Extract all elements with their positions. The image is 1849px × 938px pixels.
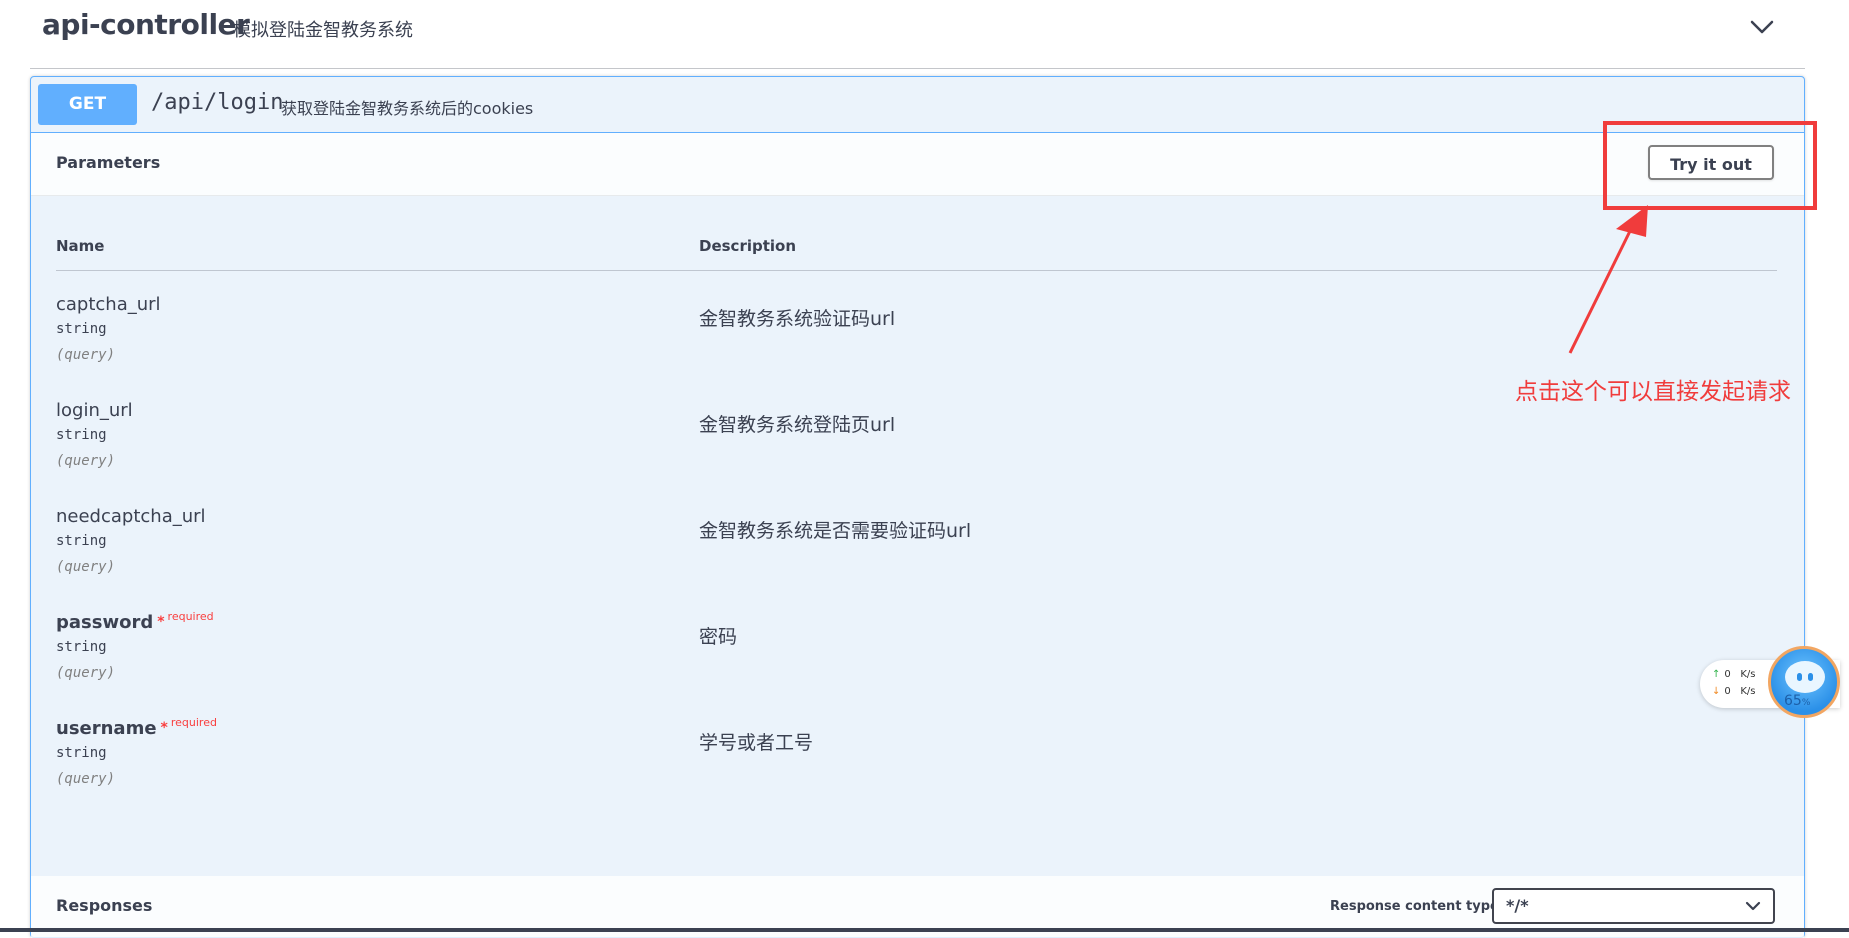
param-description: 金智教务系统验证码url xyxy=(699,308,896,330)
operation-block: GET /api/login 获取登陆金智教务系统后的cookies Param… xyxy=(30,76,1805,938)
parameter-row: captcha_url string (query) xyxy=(56,294,656,384)
response-content-type-value: */* xyxy=(1506,896,1529,915)
param-name: username xyxy=(56,718,157,739)
parameters-title: Parameters xyxy=(56,153,161,172)
parameter-row: password * required string (query) xyxy=(56,610,656,702)
param-name: password xyxy=(56,612,154,633)
assistant-ball-icon[interactable]: 65% xyxy=(1768,646,1840,718)
parameters-header: Parameters xyxy=(31,133,1804,196)
required-label: required xyxy=(167,610,214,623)
tag-name: api-controller xyxy=(42,8,250,41)
eye xyxy=(1808,673,1813,681)
param-name: needcaptcha_url xyxy=(56,506,206,527)
bottom-edge xyxy=(0,928,1849,932)
param-location: (query) xyxy=(56,771,116,787)
parameter-row: username * required string (query) xyxy=(56,716,656,808)
param-description: 金智教务系统是否需要验证码url xyxy=(699,520,972,542)
eye xyxy=(1797,673,1802,681)
required-label: required xyxy=(170,716,217,729)
tag-header[interactable]: api-controller 模拟登陆金智教务系统 xyxy=(30,0,1805,69)
param-location: (query) xyxy=(56,347,116,363)
param-location: (query) xyxy=(56,453,116,469)
ball-face xyxy=(1785,661,1825,693)
memory-percent: 65% xyxy=(1784,693,1810,709)
required-star: * xyxy=(160,720,168,736)
upload-unit: K/s xyxy=(1740,669,1756,680)
response-content-type-select[interactable]: */* xyxy=(1492,888,1775,924)
chevron-down-icon[interactable] xyxy=(1747,12,1777,42)
tag-description: 模拟登陆金智教务系统 xyxy=(233,20,413,41)
param-type: string xyxy=(56,533,107,549)
param-type: string xyxy=(56,321,107,337)
responses-title: Responses xyxy=(56,896,153,915)
percent-value: 65 xyxy=(1784,693,1802,709)
arrow-up-icon: ↑ xyxy=(1712,669,1721,680)
param-name-required: password * required xyxy=(56,610,214,633)
annotation-arrow-icon xyxy=(1568,205,1648,354)
download-speed: ↓ 0 K/s xyxy=(1712,686,1755,697)
parameter-row: login_url string (query) xyxy=(56,400,656,490)
column-header-name: Name xyxy=(56,237,105,255)
annotation-highlight-box xyxy=(1603,121,1817,210)
column-header-description: Description xyxy=(699,237,797,255)
operation-path: /api/login xyxy=(151,90,284,115)
param-location: (query) xyxy=(56,559,116,575)
percent-sign: % xyxy=(1801,698,1811,708)
header-divider xyxy=(56,270,1777,271)
operation-summary[interactable]: GET /api/login 获取登陆金智教务系统后的cookies xyxy=(31,77,1804,133)
upload-speed: ↑ 0 K/s xyxy=(1712,669,1755,680)
param-type: string xyxy=(56,639,107,655)
response-content-type-label: Response content type xyxy=(1330,899,1499,914)
upload-value: 0 xyxy=(1724,669,1731,680)
param-type: string xyxy=(56,427,107,443)
chevron-down-icon xyxy=(1745,901,1761,911)
method-badge: GET xyxy=(38,84,137,125)
param-name-required: username * required xyxy=(56,716,217,739)
download-unit: K/s xyxy=(1740,686,1756,697)
operation-summary-text: 获取登陆金智教务系统后的cookies xyxy=(281,99,534,118)
annotation-text: 点击这个可以直接发起请求 xyxy=(1515,379,1791,405)
param-type: string xyxy=(56,745,107,761)
param-description: 密码 xyxy=(699,626,738,648)
param-description: 学号或者工号 xyxy=(699,732,814,754)
param-name: login_url xyxy=(56,400,133,421)
param-location: (query) xyxy=(56,665,116,681)
param-description: 金智教务系统登陆页url xyxy=(699,414,896,436)
parameter-row: needcaptcha_url string (query) xyxy=(56,506,656,596)
required-star: * xyxy=(157,614,165,630)
arrow-down-icon: ↓ xyxy=(1712,686,1721,697)
param-name: captcha_url xyxy=(56,294,161,315)
download-value: 0 xyxy=(1724,686,1731,697)
